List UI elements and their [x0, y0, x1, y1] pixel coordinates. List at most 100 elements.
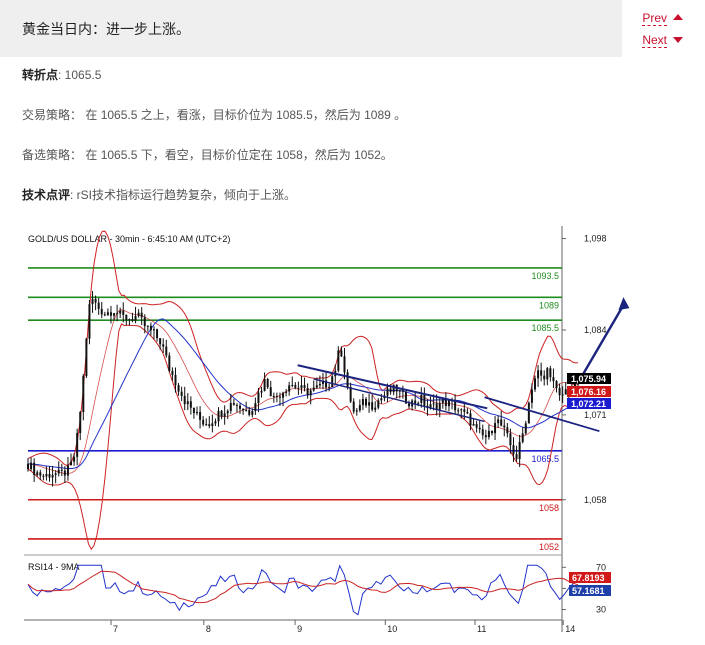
candle-body	[245, 410, 248, 412]
candle-body	[297, 387, 300, 389]
candle-body	[490, 430, 493, 434]
triangle-up-icon[interactable]	[673, 14, 683, 20]
alt-strategy-label: 备选策略：	[22, 148, 83, 162]
candle-body	[417, 402, 420, 404]
candle-body	[113, 313, 116, 316]
candle-body	[303, 385, 306, 389]
candle-body	[76, 433, 79, 457]
candle-body	[177, 385, 180, 392]
candle-body	[457, 410, 460, 412]
level-label-1093.5: 1093.5	[531, 271, 559, 281]
rsi-tick-label: 30	[596, 605, 606, 615]
candle-body	[186, 401, 189, 405]
candle-body	[122, 310, 125, 315]
candle-body	[269, 387, 272, 397]
candle-body	[371, 402, 374, 410]
pivot-paragraph: 转折点: 1065.5	[22, 66, 101, 83]
candle-body	[352, 401, 355, 412]
candle-body	[454, 401, 457, 411]
candle-body	[143, 317, 146, 327]
candle-body	[54, 473, 57, 475]
candle-body	[63, 470, 66, 476]
candle-body	[463, 409, 466, 412]
candle-body	[260, 390, 263, 393]
x-tick-label: 8	[206, 624, 211, 634]
candle-body	[546, 368, 549, 380]
candle-body	[420, 394, 423, 403]
candle-body	[503, 425, 506, 428]
candle-body	[530, 389, 533, 403]
candle-body	[294, 384, 297, 388]
level-label-1089: 1089	[539, 300, 559, 310]
rsi-ma-line	[27, 570, 579, 604]
candle-body	[549, 368, 552, 378]
comment-text: : rSI技术指标运行趋势复杂，倾向于上涨。	[70, 188, 297, 202]
alt-strategy-text: 在 1065.5 下，看空，目标价位定在 1058，然后为 1052。	[85, 148, 393, 162]
next-link[interactable]: Next	[642, 33, 683, 48]
level-label-1052: 1052	[539, 542, 559, 552]
x-tick-label: 10	[387, 624, 397, 634]
candle-body	[315, 385, 318, 388]
candle-body	[152, 329, 155, 331]
candle-body	[171, 370, 174, 375]
level-label-1065.5: 1065.5	[531, 454, 559, 464]
candle-body	[518, 441, 521, 459]
candle-body	[389, 388, 392, 393]
next-label[interactable]: Next	[642, 33, 667, 48]
y-tick-label: 1,071	[584, 410, 607, 420]
candle-body	[248, 410, 251, 415]
candle-body	[48, 473, 51, 478]
candle-body	[365, 398, 368, 406]
candle-body	[346, 372, 349, 387]
candle-body	[312, 387, 315, 391]
candle-body	[183, 395, 186, 405]
candle-body	[272, 395, 275, 397]
candle-body	[45, 473, 48, 477]
triangle-down-icon[interactable]	[673, 37, 683, 43]
candle-body	[156, 329, 159, 339]
candle-body	[481, 429, 484, 436]
candle-body	[340, 350, 343, 357]
y-tick-label: 1,058	[584, 495, 607, 505]
candle-body	[524, 423, 527, 434]
candle-body	[291, 384, 294, 386]
candle-body	[318, 383, 321, 386]
candle-body	[377, 400, 380, 408]
rsi-label: RSI14 - 9MA	[28, 562, 80, 572]
candle-body	[82, 376, 85, 413]
candle-body	[447, 400, 450, 407]
candle-body	[189, 401, 192, 408]
candle-body	[146, 325, 149, 327]
candle-body	[159, 338, 162, 345]
candle-body	[239, 405, 242, 409]
candle-body	[251, 411, 254, 415]
candle-body	[484, 435, 487, 438]
candle-body	[30, 462, 33, 470]
prev-link[interactable]: Prev	[642, 11, 683, 26]
candle-body	[558, 387, 561, 396]
candle-body	[36, 472, 39, 475]
candle-body	[131, 319, 134, 321]
candle-body	[380, 398, 383, 401]
candle-body	[275, 395, 278, 397]
candle-body	[263, 379, 266, 391]
candle-body	[100, 308, 103, 315]
candle-body	[192, 407, 195, 414]
rsi-tag-label-rsi: 67.8193	[572, 573, 605, 583]
candle-body	[205, 424, 208, 426]
chart-svg: GOLD/US DOLLAR - 30min - 6:45:10 AM (UTC…	[24, 226, 630, 634]
prev-label[interactable]: Prev	[642, 11, 667, 26]
candle-body	[254, 403, 257, 412]
trend-line-support	[313, 378, 485, 423]
candle-body	[70, 461, 73, 466]
candle-body	[220, 410, 223, 417]
candle-body	[561, 394, 564, 396]
article-title: 黄金当日内：进一步上涨。	[22, 21, 190, 37]
candle-body	[278, 396, 281, 398]
candle-body	[79, 412, 82, 434]
candle-body	[537, 370, 540, 379]
candle-body	[202, 419, 205, 425]
candle-body	[226, 410, 229, 414]
candle-body	[180, 391, 183, 396]
candle-body	[196, 411, 199, 414]
